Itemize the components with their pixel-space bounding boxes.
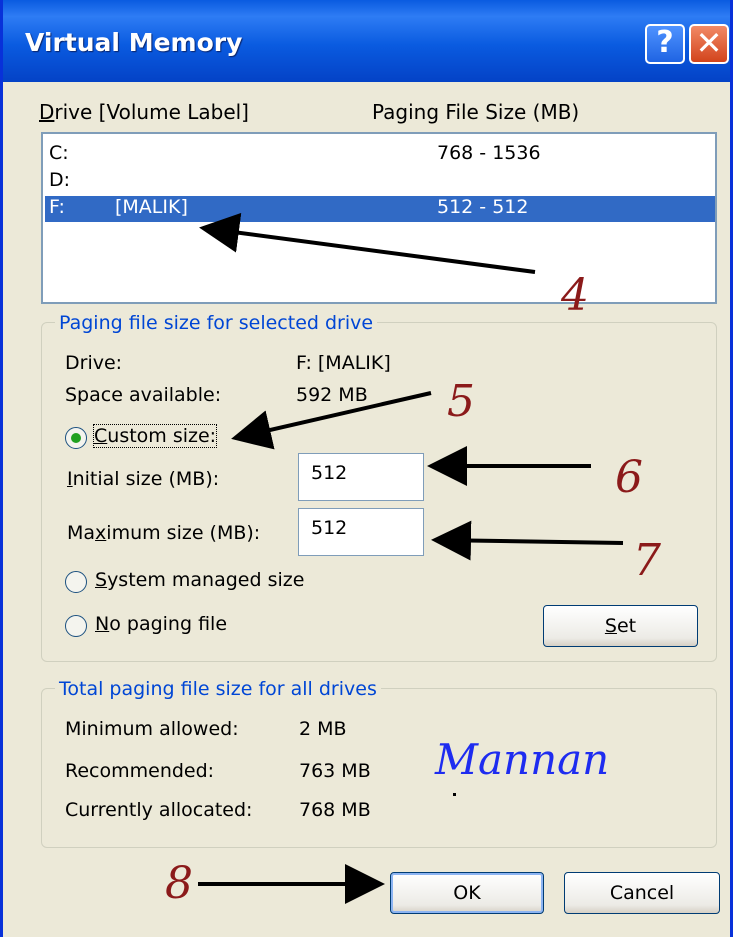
annotation-number-6: 6	[615, 452, 643, 503]
annotation-number-4: 4	[561, 270, 589, 321]
annotation-number-5: 5	[447, 376, 475, 427]
arrow-4	[199, 212, 536, 274]
annotation-number-8: 8	[165, 858, 193, 909]
annotation-number-7: 7	[633, 535, 661, 586]
arrow-5	[231, 391, 432, 450]
arrow-7	[431, 520, 624, 561]
virtual-memory-dialog: Virtual Memory ? ✕ Drive [Volume Label] …	[0, 0, 733, 937]
